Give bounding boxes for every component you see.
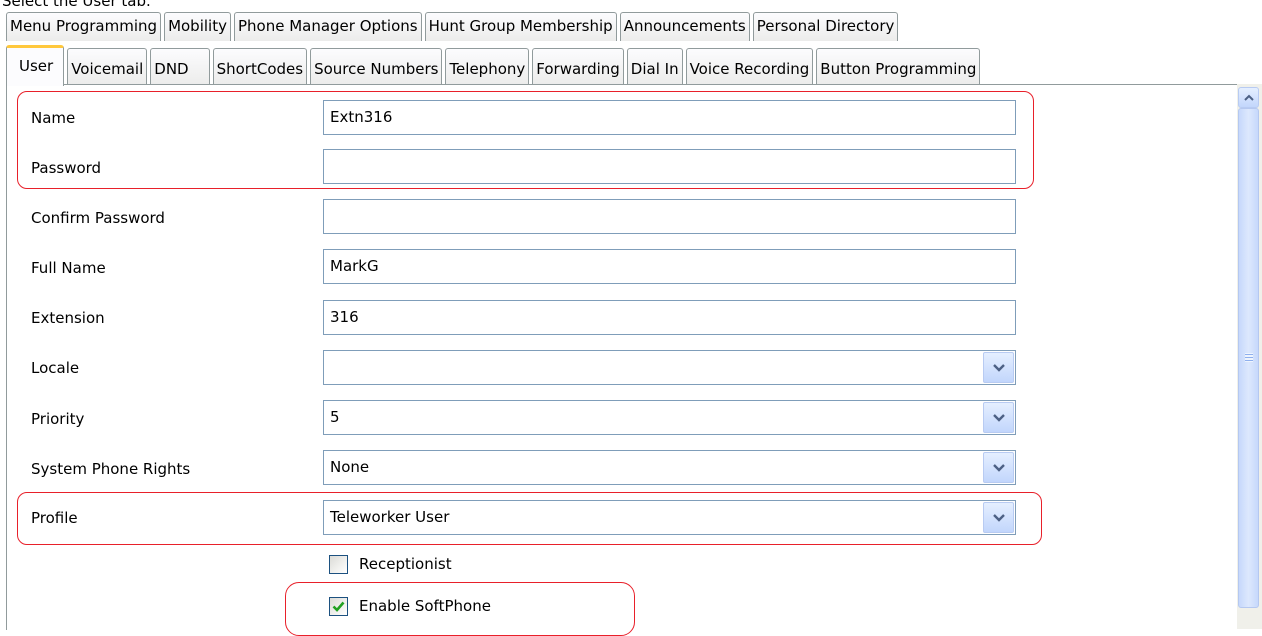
- priority-select[interactable]: 5: [323, 400, 1016, 435]
- tab-button-programming[interactable]: Button Programming: [816, 48, 981, 85]
- checkmark-icon: [332, 601, 345, 612]
- tab-phone-manager-options[interactable]: Phone Manager Options: [233, 12, 422, 41]
- tab-source-numbers[interactable]: Source Numbers: [310, 48, 443, 85]
- tab-shortcodes[interactable]: ShortCodes: [212, 48, 308, 85]
- instruction-caption: Select the User tab.: [2, 0, 151, 10]
- profile-select[interactable]: Teleworker User: [323, 500, 1016, 535]
- scroll-grip-icon: [1245, 353, 1253, 362]
- arrow-up-icon: [1243, 94, 1254, 101]
- tab-menu-programming[interactable]: Menu Programming: [6, 12, 162, 41]
- enable-softphone-label: Enable SoftPhone: [359, 597, 491, 615]
- profile-value: Teleworker User: [330, 508, 450, 526]
- tab-voicemail[interactable]: Voicemail: [67, 48, 148, 85]
- priority-label: Priority: [31, 410, 85, 428]
- chevron-down-icon: [992, 413, 1005, 422]
- password-input[interactable]: [323, 149, 1016, 184]
- priority-dropdown-button[interactable]: [983, 402, 1014, 433]
- receptionist-checkbox[interactable]: [329, 555, 348, 574]
- tab-voice-recording[interactable]: Voice Recording: [685, 48, 814, 85]
- tab-announcements[interactable]: Announcements: [619, 12, 750, 41]
- name-input[interactable]: Extn316: [323, 100, 1016, 135]
- locale-select[interactable]: [323, 350, 1016, 385]
- extension-label: Extension: [31, 309, 105, 327]
- chevron-down-icon: [992, 463, 1005, 472]
- tab-forwarding[interactable]: Forwarding: [532, 48, 624, 85]
- chevron-down-icon: [992, 363, 1005, 372]
- tab-hunt-group-membership[interactable]: Hunt Group Membership: [424, 12, 617, 41]
- priority-value: 5: [330, 408, 340, 426]
- tab-personal-directory[interactable]: Personal Directory: [752, 12, 899, 41]
- chevron-down-icon: [992, 513, 1005, 522]
- tab-dnd[interactable]: DND: [150, 48, 210, 85]
- system-phone-rights-value: None: [330, 458, 370, 476]
- extension-input[interactable]: 316: [323, 300, 1016, 335]
- name-label: Name: [31, 109, 76, 127]
- scroll-up-button[interactable]: [1238, 87, 1259, 108]
- system-phone-rights-label: System Phone Rights: [31, 460, 191, 478]
- tab-row-bottom: User Voicemail DND ShortCodes Source Num…: [6, 44, 983, 86]
- tab-row-top: Menu Programming Mobility Phone Manager …: [6, 12, 901, 41]
- tab-user[interactable]: User: [6, 45, 65, 86]
- system-phone-rights-select[interactable]: None: [323, 450, 1016, 485]
- profile-dropdown-button[interactable]: [983, 502, 1014, 533]
- receptionist-label: Receptionist: [359, 555, 452, 573]
- full-name-label: Full Name: [31, 259, 106, 277]
- password-label: Password: [31, 159, 102, 177]
- confirm-password-input[interactable]: [323, 199, 1016, 234]
- tab-mobility[interactable]: Mobility: [164, 12, 231, 41]
- enable-softphone-checkbox[interactable]: [329, 597, 348, 616]
- confirm-password-label: Confirm Password: [31, 209, 165, 227]
- locale-dropdown-button[interactable]: [983, 352, 1014, 383]
- tab-telephony[interactable]: Telephony: [445, 48, 530, 85]
- system-phone-rights-dropdown-button[interactable]: [983, 452, 1014, 483]
- full-name-input[interactable]: MarkG: [323, 249, 1016, 284]
- profile-label: Profile: [31, 509, 78, 527]
- tab-dial-in[interactable]: Dial In: [626, 48, 683, 85]
- locale-label: Locale: [31, 359, 80, 377]
